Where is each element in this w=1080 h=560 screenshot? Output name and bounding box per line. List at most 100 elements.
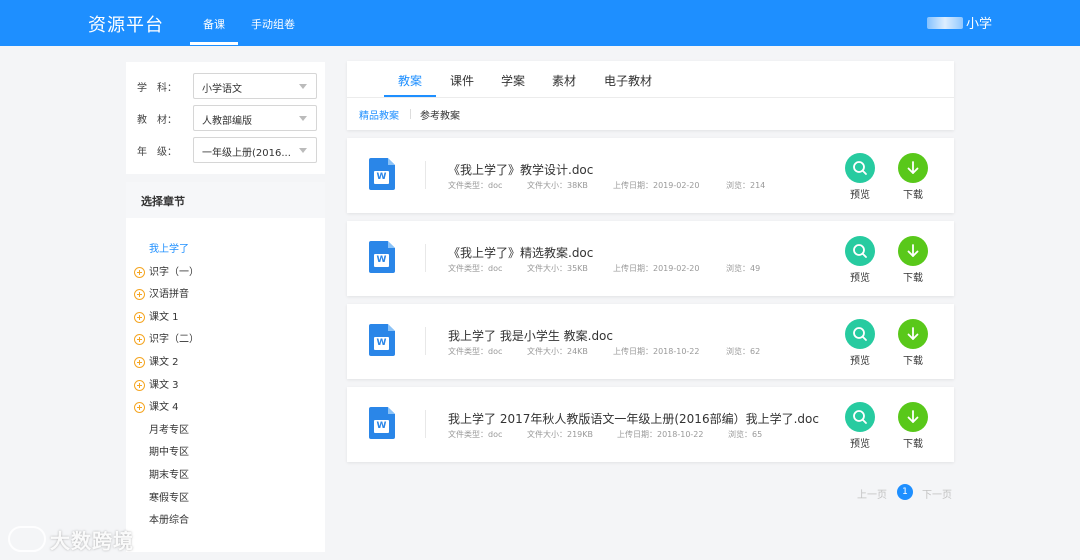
subject-select-value: 小学语文 [202, 84, 242, 95]
download-button[interactable]: 下载 [898, 402, 928, 450]
chapter-item[interactable]: 期中专区 [149, 445, 189, 461]
chapter-item[interactable]: 识字（一） [134, 265, 199, 281]
chapter-item[interactable]: 我上学了 [149, 242, 189, 258]
grade-select[interactable]: 一年级上册(2016... [193, 137, 317, 163]
school-name[interactable]: 小学 [926, 13, 992, 32]
download-circle[interactable] [898, 153, 928, 183]
preview-label: 预览 [850, 273, 870, 284]
textbook-select[interactable]: 人教部编版 [193, 105, 317, 131]
school-suffix: 小学 [965, 17, 992, 32]
chapter-item[interactable]: 月考专区 [149, 423, 189, 439]
chapter-item-label: 课文 2 [149, 357, 179, 368]
download-button[interactable]: 下载 [898, 319, 928, 367]
subtab-featured[interactable]: 精品教案 [359, 107, 399, 122]
expand-plus-icon[interactable] [134, 334, 145, 346]
subtab-separator [410, 109, 411, 119]
chapter-item[interactable]: 课文 1 [134, 310, 179, 326]
nav-lesson-prep[interactable]: 备课 [190, 16, 238, 45]
watermark-text: 大数跨境 [50, 528, 134, 553]
chapter-item[interactable]: 汉语拼音 [134, 287, 189, 303]
chapter-item-label: 识字（一） [149, 266, 199, 278]
download-arrow-icon [907, 244, 919, 257]
preview-circle[interactable] [845, 319, 875, 349]
file-name[interactable]: 我上学了 我是小学生 教案.doc [448, 327, 613, 344]
chapter-item-label: 识字（二） [149, 334, 199, 346]
chapter-item[interactable]: 期末专区 [149, 468, 189, 484]
tab-courseware[interactable]: 课件 [450, 72, 474, 89]
word-w-icon: W [374, 337, 389, 350]
watermark: 大数跨境 [8, 524, 134, 554]
filter-textbook: 教 材： 人教部编版 [126, 105, 325, 131]
preview-circle[interactable] [845, 153, 875, 183]
preview-button[interactable]: 预览 [845, 236, 875, 284]
filter-subject-label: 学 科： [137, 83, 177, 94]
download-button[interactable]: 下载 [898, 153, 928, 201]
expand-plus-icon[interactable] [134, 379, 145, 391]
chapter-item[interactable]: 识字（二） [134, 332, 199, 348]
file-separator [425, 244, 426, 272]
chapter-item-label: 课文 4 [149, 402, 179, 414]
file-size: 文件大小：219KB [527, 430, 594, 439]
expand-plus-icon[interactable] [134, 289, 145, 301]
filter-panel: 学 科： 小学语文 教 材： 人教部编版 年 级： 一年级上册(2016... [126, 62, 325, 174]
doc-fold-icon [388, 241, 395, 248]
chapter-item[interactable]: 本册综合 [149, 513, 189, 529]
next-page-button[interactable]: 下一页 [922, 486, 952, 501]
preview-button[interactable]: 预览 [845, 319, 875, 367]
chapter-item[interactable]: 课文 2 [134, 355, 179, 371]
top-navbar: 资源平台 备课 手动组卷 小学 [0, 0, 1080, 46]
preview-circle[interactable] [845, 402, 875, 432]
file-name[interactable]: 《我上学了》教学设计.doc [448, 161, 593, 178]
word-w-icon: W [374, 420, 389, 433]
word-w-icon: W [374, 171, 389, 184]
file-separator [425, 161, 426, 189]
chapter-item[interactable]: 寒假专区 [149, 491, 189, 507]
file-card: W 《我上学了》教学设计.doc 文件类型：doc 文件大小：38KB 上传日期：201… [347, 138, 954, 213]
preview-button[interactable]: 预览 [845, 402, 875, 450]
expand-plus-icon[interactable] [134, 357, 145, 368]
page-1-button[interactable]: 1 [897, 484, 913, 500]
search-icon [853, 161, 867, 175]
brand-title[interactable]: 资源平台 [88, 11, 164, 37]
upload-date: 上传日期：2018-10-22 [613, 347, 700, 356]
upload-date: 上传日期：2018-10-22 [617, 430, 704, 439]
view-count: 浏览：214 [726, 181, 766, 190]
view-count: 浏览：49 [726, 264, 761, 273]
preview-button[interactable]: 预览 [845, 153, 875, 201]
chapter-item[interactable]: 课文 4 [134, 400, 179, 416]
view-count: 浏览：65 [728, 430, 763, 439]
view-count: 浏览：62 [726, 347, 761, 356]
download-button[interactable]: 下载 [898, 236, 928, 284]
tab-materials[interactable]: 素材 [552, 72, 576, 89]
download-circle[interactable] [898, 236, 928, 266]
download-circle[interactable] [898, 402, 928, 432]
resource-tabs-panel: 教案 课件 学案 素材 电子教材 精品教案 参考教案 [347, 61, 954, 130]
expand-plus-icon[interactable] [134, 311, 145, 323]
file-name[interactable]: 我上学了 2017年秋人教版语文一年级上册(2016部编）我上学了.doc [448, 410, 819, 427]
subject-select[interactable]: 小学语文 [193, 73, 317, 99]
subtab-reference[interactable]: 参考教案 [420, 107, 460, 122]
chapter-item-label: 我上学了 [149, 244, 189, 255]
chapter-item-label: 课文 3 [149, 379, 179, 391]
download-circle[interactable] [898, 319, 928, 349]
tab-study-plan[interactable]: 学案 [501, 72, 525, 89]
tab-e-textbook[interactable]: 电子教材 [604, 72, 652, 89]
preview-circle[interactable] [845, 236, 875, 266]
download-label: 下载 [903, 439, 923, 450]
search-icon [853, 244, 867, 258]
download-label: 下载 [903, 190, 923, 201]
prev-page-button[interactable]: 上一页 [857, 486, 887, 501]
chapter-item[interactable]: 课文 3 [134, 378, 179, 394]
file-card: W 《我上学了》精选教案.doc 文件类型：doc 文件大小：35KB 上传日期：201… [347, 221, 954, 296]
expand-plus-icon[interactable] [134, 266, 145, 278]
file-type: 文件类型：doc [448, 181, 503, 190]
download-label: 下载 [903, 356, 923, 367]
nav-manual-exam[interactable]: 手动组卷 [251, 16, 295, 32]
file-name[interactable]: 《我上学了》精选教案.doc [448, 244, 593, 261]
doc-fold-icon [388, 324, 395, 331]
tab-lesson-plan[interactable]: 教案 [383, 72, 437, 97]
expand-plus-icon[interactable] [134, 402, 145, 414]
textbook-select-value: 人教部编版 [202, 116, 252, 127]
filter-grade: 年 级： 一年级上册(2016... [126, 137, 325, 163]
download-arrow-icon [907, 327, 919, 340]
